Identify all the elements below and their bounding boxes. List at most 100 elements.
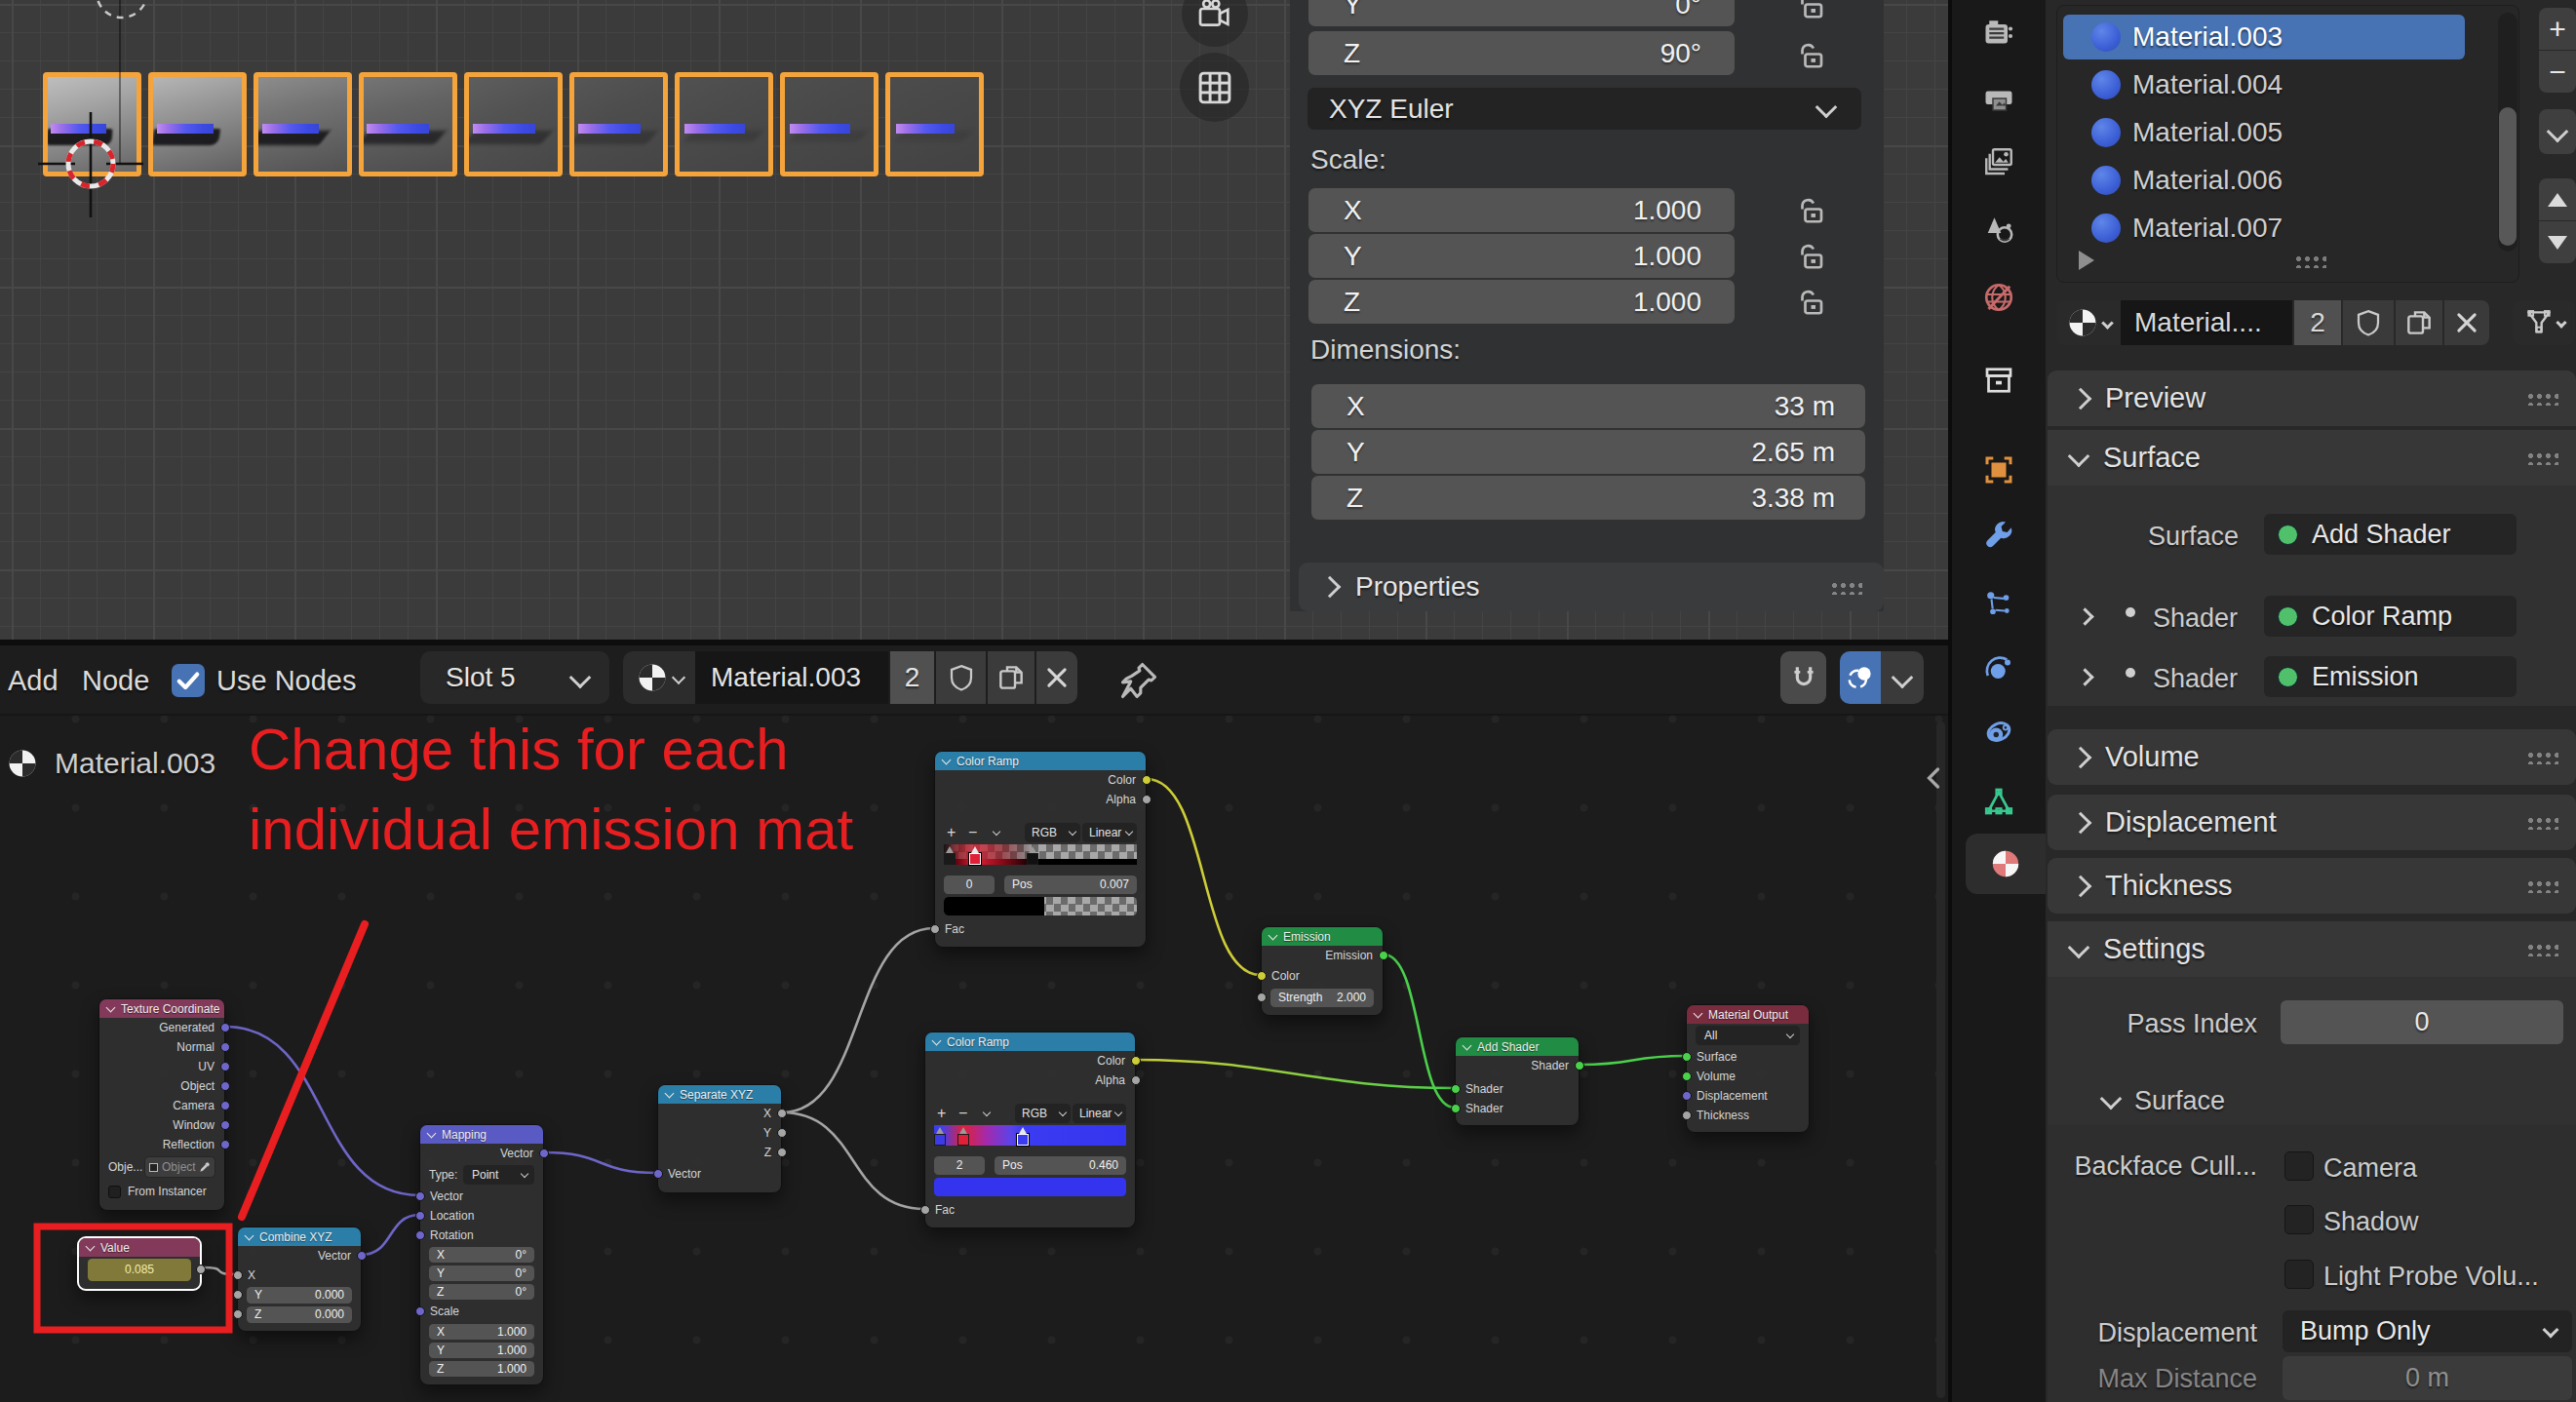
dimension-y-field[interactable]: Y 2.65 m	[1311, 430, 1865, 474]
ramp-stop-handle[interactable]	[934, 1134, 946, 1146]
remove-stop-button[interactable]: −	[968, 824, 977, 841]
output-socket[interactable]	[1379, 951, 1388, 960]
output-socket[interactable]	[220, 1101, 230, 1110]
unlink-material-button[interactable]	[2444, 300, 2489, 345]
interpolation-dropdown[interactable]: Linear	[1082, 823, 1137, 842]
stop-position-field[interactable]: Pos0.460	[995, 1156, 1126, 1175]
list-resize-grip[interactable]	[2293, 253, 2326, 268]
plane-object[interactable]	[885, 72, 984, 176]
input-socket[interactable]	[1451, 1104, 1461, 1113]
output-socket[interactable]	[1142, 795, 1151, 804]
node-material-output[interactable]: Material OutputAllSurfaceVolumeDisplacem…	[1686, 1004, 1810, 1133]
slot-specials-button[interactable]	[2539, 109, 2576, 154]
node-link[interactable]	[1136, 1060, 1455, 1088]
surface-panel-header[interactable]: Surface	[2048, 430, 2576, 486]
output-socket[interactable]	[220, 1023, 230, 1032]
stop-position-field[interactable]: Pos0.007	[1004, 876, 1137, 894]
output-socket[interactable]	[539, 1149, 549, 1158]
input-socket[interactable]	[415, 1191, 425, 1201]
output-socket[interactable]	[220, 1042, 230, 1052]
3d-viewport[interactable]: Y 0° Z 90° XYZ Euler Scale: X 1.000	[0, 0, 1948, 640]
move-slot-down-button[interactable]	[2539, 221, 2576, 263]
plane-object[interactable]	[359, 72, 457, 176]
slot-dropdown[interactable]: Slot 5	[420, 651, 609, 704]
snap-target-button[interactable]	[1840, 651, 1881, 704]
panel-grip[interactable]	[2525, 815, 2558, 830]
properties-tab-view-layer[interactable]	[1952, 132, 2046, 192]
list-expand-arrow[interactable]	[2079, 251, 2094, 270]
material-name-field[interactable]: Material.003	[695, 651, 888, 704]
new-material-button[interactable]	[2396, 300, 2442, 345]
properties-collapsed-panel[interactable]: Properties	[1299, 563, 1884, 611]
input-socket[interactable]	[1682, 1091, 1692, 1101]
node-number-field[interactable]: Strength2.000	[1270, 989, 1374, 1007]
material-slot-row[interactable]: Material.004	[2063, 62, 2465, 107]
color-mode-dropdown[interactable]: RGB	[1025, 823, 1080, 842]
rotation-mode-dropdown[interactable]: XYZ Euler	[1308, 88, 1861, 130]
unlink-material-button[interactable]	[1036, 651, 1077, 704]
shader-value-button[interactable]: Emission	[2264, 656, 2517, 697]
node-link[interactable]	[362, 1215, 419, 1255]
node-menu[interactable]: Node	[82, 645, 149, 716]
input-socket[interactable]	[1257, 993, 1267, 1002]
output-socket[interactable]	[220, 1140, 230, 1149]
shader-expand-arrow[interactable]	[2079, 670, 2091, 687]
settings-panel-header[interactable]: Settings	[2048, 921, 2576, 977]
node-link[interactable]	[544, 1152, 657, 1173]
input-socket[interactable]	[920, 1205, 930, 1215]
thickness-panel-header[interactable]: Thickness	[2048, 858, 2576, 914]
lock-icon[interactable]	[1795, 0, 1830, 23]
stop-color-swatch[interactable]	[944, 897, 1137, 915]
material-slot-row[interactable]: Material.005	[2063, 110, 2465, 155]
browse-material-button[interactable]	[623, 651, 695, 704]
input-socket[interactable]	[233, 1309, 243, 1319]
output-socket[interactable]	[777, 1128, 787, 1138]
input-socket[interactable]	[653, 1169, 663, 1179]
properties-tab-particles[interactable]	[1952, 573, 2046, 634]
properties-tab-constraints[interactable]	[1952, 706, 2046, 766]
input-socket[interactable]	[415, 1230, 425, 1240]
panel-grip[interactable]	[2525, 878, 2558, 893]
node-mapping[interactable]: MappingVectorType:PointVectorLocationRot…	[419, 1124, 544, 1385]
panel-grip[interactable]	[2525, 450, 2558, 465]
node-link[interactable]	[1147, 779, 1261, 975]
node-value[interactable]: Value0.085	[77, 1236, 202, 1291]
node-link[interactable]	[782, 928, 934, 1112]
stop-index-field[interactable]: 0	[944, 876, 995, 894]
properties-tab-object-data[interactable]	[1952, 771, 2046, 832]
node-link[interactable]	[225, 1027, 419, 1195]
node-number-field[interactable]: Y0.000	[247, 1287, 352, 1304]
output-socket[interactable]	[777, 1148, 787, 1157]
rotation-z-field[interactable]: Z 90°	[1308, 31, 1735, 75]
add-slot-button[interactable]: +	[2539, 8, 2576, 50]
node-link[interactable]	[782, 1112, 924, 1209]
output-socket[interactable]	[220, 1062, 230, 1071]
node-number-field[interactable]: X0°	[429, 1247, 534, 1263]
input-socket[interactable]	[1257, 971, 1267, 981]
value-slider[interactable]: 0.085	[88, 1259, 191, 1281]
dimension-z-field[interactable]: Z 3.38 m	[1311, 476, 1865, 520]
node-dropdown[interactable]: All	[1696, 1026, 1800, 1045]
filter-dropdown[interactable]	[2513, 300, 2575, 345]
plane-object[interactable]	[148, 72, 247, 176]
backface-lightprobe-checkbox[interactable]	[2284, 1260, 2314, 1289]
ramp-specials-button[interactable]	[983, 1109, 991, 1116]
ramp-stop-handle[interactable]	[969, 853, 981, 865]
input-socket[interactable]	[233, 1270, 243, 1280]
backface-shadow-checkbox[interactable]	[2284, 1205, 2314, 1234]
volume-panel-header[interactable]: Volume	[2048, 729, 2576, 785]
properties-tab-collection[interactable]	[1952, 350, 2046, 410]
properties-tab-object[interactable]	[1952, 440, 2046, 500]
plane-object[interactable]	[675, 72, 773, 176]
scrollbar-thumb[interactable]	[2499, 107, 2517, 246]
properties-tab-physics[interactable]	[1952, 640, 2046, 700]
pin-button[interactable]	[1117, 659, 1160, 702]
node-number-field[interactable]: Z0°	[429, 1284, 534, 1300]
output-socket[interactable]	[1131, 1056, 1141, 1066]
input-socket[interactable]	[415, 1211, 425, 1221]
properties-tab-render[interactable]	[1952, 3, 2046, 63]
input-socket[interactable]	[233, 1290, 243, 1300]
new-material-button[interactable]	[988, 651, 1034, 704]
ramp-stop-handle[interactable]	[1027, 853, 1038, 865]
node-color-ramp[interactable]: Color RampColorAlpha+ − RGB Linear 0 Pos…	[934, 751, 1147, 948]
